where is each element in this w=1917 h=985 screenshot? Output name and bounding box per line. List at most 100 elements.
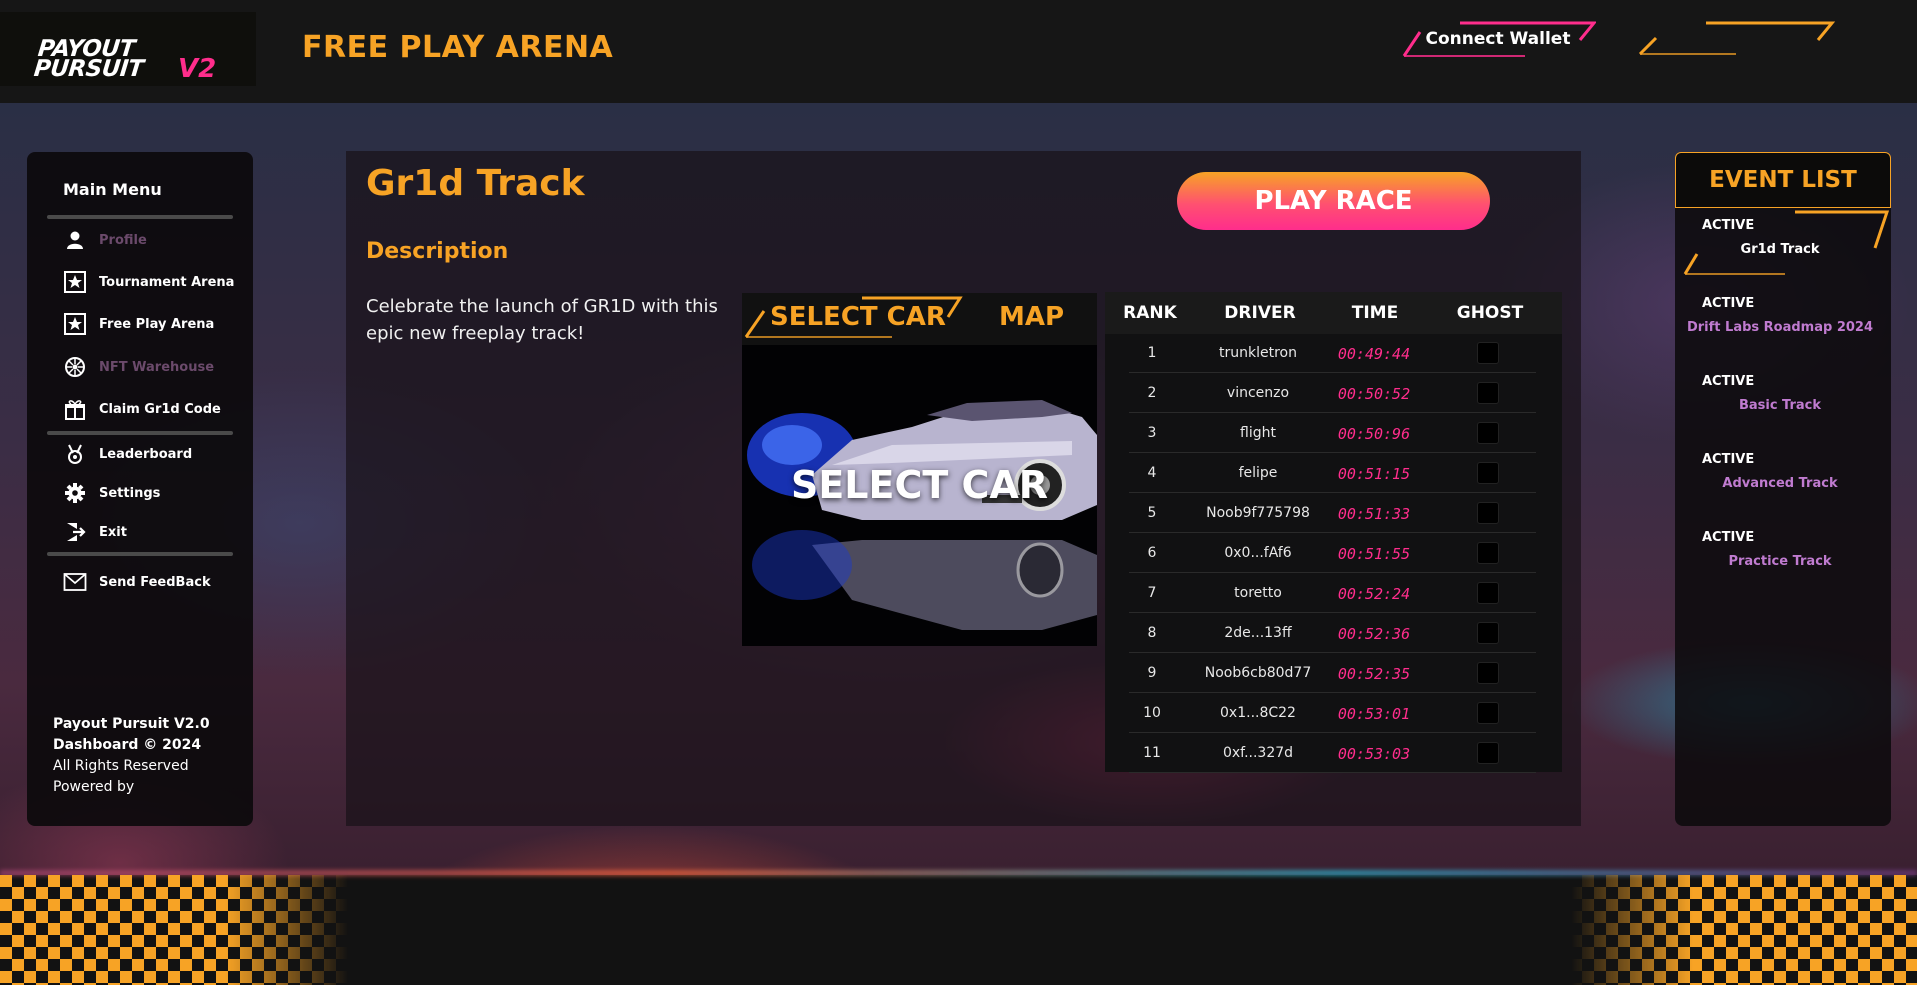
event-status: ACTIVE [1702,452,1755,467]
column-header-driver: DRIVER [1224,303,1296,323]
car-panel: SELECT CAR MAP SELECT CAR [742,293,1097,646]
sidebar-item-leaderboard[interactable]: Leaderboard [63,439,243,469]
sidebar-item-label: NFT Warehouse [99,359,215,375]
sidebar-item-label: Free Play Arena [99,316,215,332]
cell-driver: flight [1240,425,1276,441]
cell-time: 00:50:52 [1337,385,1411,403]
description-text: Celebrate the launch of GR1D with this e… [366,296,718,344]
sidebar-item-label: Tournament Arena [99,274,235,290]
cell-rank: 1 [1147,345,1157,361]
sidebar-title: Main Menu [63,180,162,199]
user-icon [63,228,87,252]
event-item-practice-track[interactable]: ACTIVE Practice Track [1675,522,1891,594]
cell-time: 00:51:33 [1337,505,1411,523]
cell-driver: 0xf...327d [1222,745,1294,761]
exit-icon [63,520,87,544]
cell-time: 00:51:55 [1337,545,1411,563]
table-row: 9 Noob6cb80d77 00:52:35 [1129,654,1536,693]
sidebar-item-tournament-arena[interactable]: Tournament Arena [63,267,243,297]
event-item-advanced-track[interactable]: ACTIVE Advanced Track [1675,444,1891,516]
cell-driver: 2de...13ff [1224,625,1292,641]
cell-rank: 8 [1147,625,1157,641]
event-name: Drift Labs Roadmap 2024 [1686,320,1874,335]
cell-driver: 0x0...fAf6 [1224,545,1292,561]
mail-icon [63,570,87,594]
event-item-drift-labs-roadmap[interactable]: ACTIVE Drift Labs Roadmap 2024 [1675,288,1891,360]
event-status: ACTIVE [1702,296,1755,311]
cell-time: 00:53:03 [1337,745,1411,763]
cell-driver: trunkletron [1219,345,1297,361]
table-row: 7 toretto 00:52:24 [1129,574,1536,613]
checkered-flag-decoration-right [1510,875,1917,985]
car-preview[interactable]: SELECT CAR [742,345,1097,646]
cell-rank: 7 [1147,585,1157,601]
divider [47,215,233,219]
ghost-toggle[interactable] [1477,702,1499,724]
ghost-toggle[interactable] [1477,742,1499,764]
ghost-toggle[interactable] [1477,342,1499,364]
connect-wallet-button[interactable]: Connect Wallet [1400,20,1596,58]
table-row: 10 0x1...8C22 00:53:01 [1129,694,1536,733]
column-header-ghost: GHOST [1456,303,1524,323]
ghost-toggle[interactable] [1477,662,1499,684]
table-row: 3 flight 00:50:96 [1129,414,1536,453]
event-name: Advanced Track [1722,476,1838,491]
sidebar-item-exit[interactable]: Exit [63,517,243,547]
footer-powered-by: Powered by [53,779,135,795]
logo-version: V2 [178,54,217,84]
page-heading: FREE PLAY ARENA [302,30,614,65]
leaderboard-header: RANK DRIVER TIME GHOST [1105,292,1562,334]
select-car-overlay-label: SELECT CAR [790,463,1049,507]
event-status: ACTIVE [1702,218,1755,233]
ghost-toggle[interactable] [1477,542,1499,564]
cell-driver: vincenzo [1226,385,1290,401]
gear-icon [63,481,87,505]
event-name: Gr1d Track [1740,242,1820,257]
ghost-toggle[interactable] [1477,462,1499,484]
ghost-toggle[interactable] [1477,502,1499,524]
cell-time: 00:53:01 [1337,705,1411,723]
sidebar-item-send-feedback[interactable]: Send FeedBack [63,567,243,597]
table-row: 4 felipe 00:51:15 [1129,454,1536,493]
main-panel: Gr1d Track PLAY RACE Description Celebra… [346,151,1581,826]
star-icon [63,270,87,294]
ghost-toggle[interactable] [1477,582,1499,604]
sidebar-item-nft-warehouse[interactable]: NFT Warehouse [63,352,243,382]
event-list-panel: EVENT LIST ACTIVE Gr1d Track ACTIVE Drif… [1675,152,1891,826]
sidebar-item-settings[interactable]: Settings [63,478,243,508]
sidebar-item-label: Claim Gr1d Code [99,401,221,417]
cell-driver: felipe [1238,465,1278,481]
gift-icon [63,397,87,421]
tab-select-car[interactable]: SELECT CAR [770,302,946,332]
connect-wallet-label: Connect Wallet [1425,29,1571,49]
cell-driver: toretto [1234,585,1282,601]
ghost-toggle[interactable] [1477,382,1499,404]
sidebar-item-label: Send FeedBack [99,574,211,590]
divider [47,431,233,435]
cell-rank: 9 [1147,665,1157,681]
play-race-button[interactable]: PLAY RACE [1177,172,1490,230]
sidebar-item-label: Profile [99,232,147,248]
table-row: 5 Noob9f775798 00:51:33 [1129,494,1536,533]
sidebar-item-free-play-arena[interactable]: Free Play Arena [63,309,243,339]
track-title: Gr1d Track [366,163,585,204]
medal-icon [63,442,87,466]
sidebar-item-claim-code[interactable]: Claim Gr1d Code [63,394,243,424]
ghost-toggle[interactable] [1477,622,1499,644]
decorative-frame [1638,21,1836,56]
footer-rights: All Rights Reserved [53,758,189,774]
event-item-basic-track[interactable]: ACTIVE Basic Track [1675,366,1891,438]
cell-rank: 4 [1147,465,1157,481]
sidebar-item-profile[interactable]: Profile [63,225,243,255]
event-name: Practice Track [1728,554,1832,569]
event-item-gr1d-track[interactable]: ACTIVE Gr1d Track [1675,210,1891,282]
cell-rank: 6 [1147,545,1157,561]
event-name: Basic Track [1738,398,1822,413]
cell-rank: 10 [1143,705,1161,721]
tab-map[interactable]: MAP [999,302,1064,332]
ghost-toggle[interactable] [1477,422,1499,444]
cell-rank: 2 [1147,385,1157,401]
app-logo[interactable]: PAYOUT PURSUIT V2 [0,12,256,86]
cell-rank: 3 [1147,425,1157,441]
sidebar-item-label: Leaderboard [99,446,193,462]
